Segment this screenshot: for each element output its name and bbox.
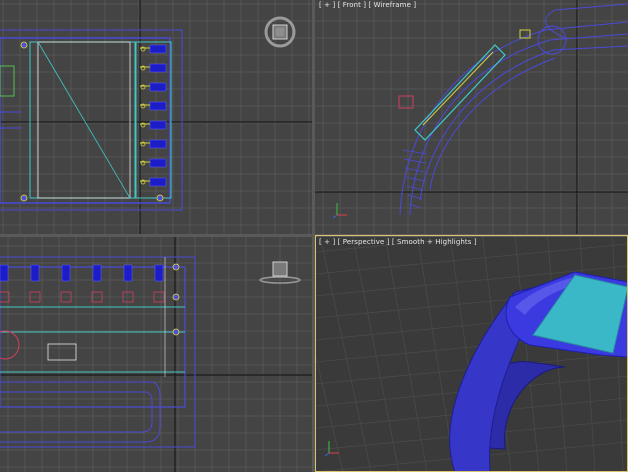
viewport-front-canvas[interactable] <box>315 0 628 234</box>
connector <box>30 264 40 282</box>
connector <box>149 158 167 168</box>
connector <box>149 44 167 54</box>
viewport-perspective[interactable]: [ + ] [ Perspective ] [ Smooth + Highlig… <box>315 237 628 472</box>
connector <box>149 120 167 130</box>
grid <box>315 0 628 234</box>
connector <box>123 264 133 282</box>
connector <box>149 101 167 111</box>
wireframe-left-model <box>0 256 196 448</box>
connector <box>149 177 167 187</box>
viewport-top[interactable] <box>0 0 312 234</box>
watch-mesh <box>449 271 628 472</box>
wireframe-top-model <box>0 29 183 211</box>
view-cube-icon <box>264 16 296 48</box>
wireframe-front-model <box>398 3 628 216</box>
viewport-perspective-canvas[interactable] <box>315 237 628 472</box>
viewport-front-label[interactable]: [ + ] [ Front ] [ Wireframe ] <box>319 1 416 9</box>
connector <box>154 264 164 282</box>
connector <box>149 139 167 149</box>
viewport-divider-horizontal[interactable] <box>0 234 628 237</box>
connector <box>0 264 9 282</box>
viewport-top-canvas[interactable] <box>0 0 312 234</box>
viewport-front[interactable]: [ + ] [ Front ] [ Wireframe ] <box>315 0 628 234</box>
connector <box>149 82 167 92</box>
connector <box>61 264 71 282</box>
connector <box>149 63 167 73</box>
viewport-left[interactable] <box>0 237 312 472</box>
connector <box>92 264 102 282</box>
viewport-perspective-label[interactable]: [ + ] [ Perspective ] [ Smooth + Highlig… <box>319 238 477 246</box>
viewport-left-canvas[interactable] <box>0 237 312 472</box>
